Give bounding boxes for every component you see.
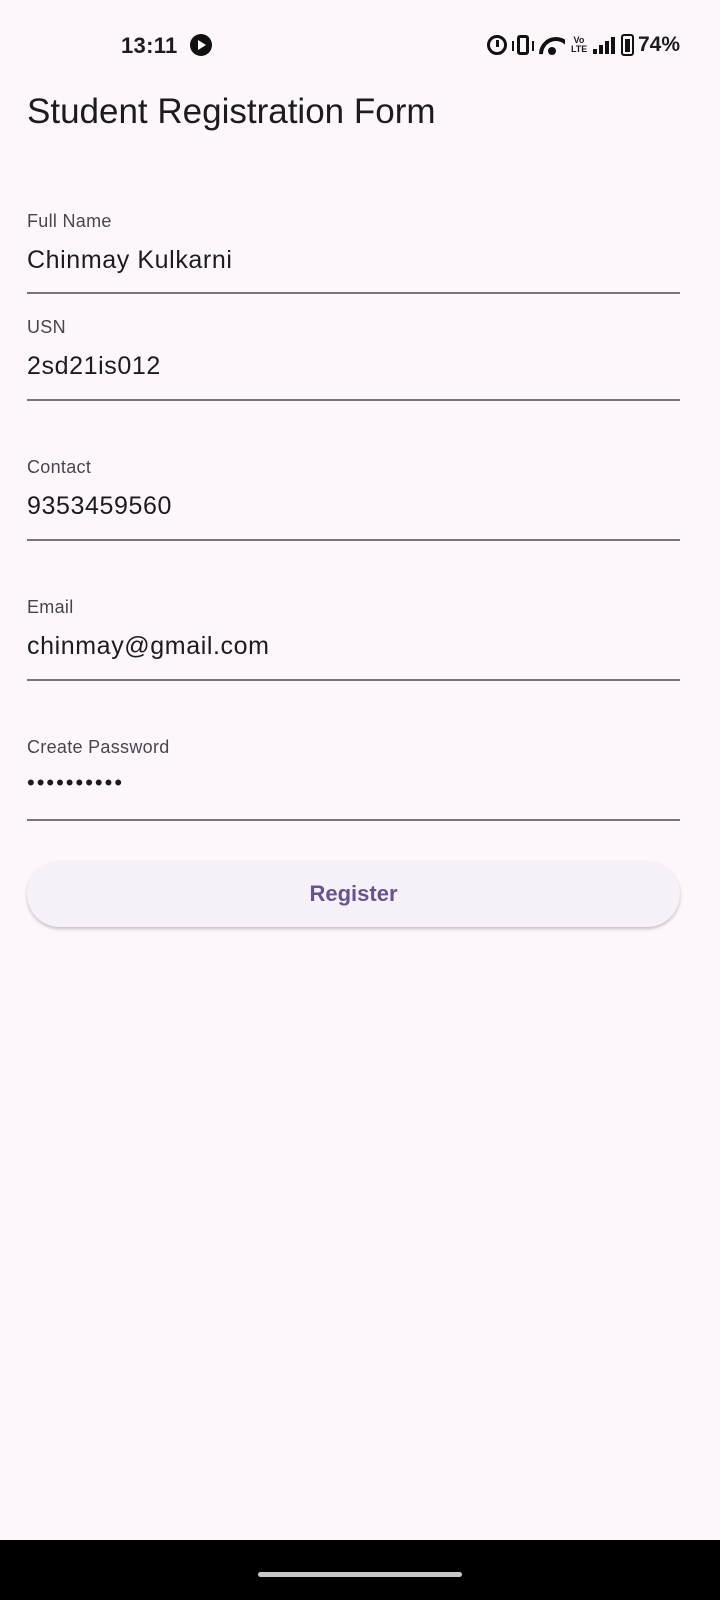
usn-field[interactable]: USN 2sd21is012 — [27, 317, 680, 401]
navigation-bar — [0, 1540, 720, 1600]
registration-screen: 13:11 Vo LTE 74% Student Registration Fo… — [0, 0, 720, 1600]
wifi-icon — [539, 34, 565, 56]
status-time: 13:11 — [121, 33, 178, 58]
password-field[interactable]: Create Password •••••••••• — [27, 737, 680, 821]
battery-icon — [620, 34, 634, 56]
media-play-icon — [190, 34, 212, 56]
volte-icon: Vo LTE — [570, 35, 588, 54]
email-underline — [27, 679, 680, 681]
status-bar: 13:11 Vo LTE 74% — [0, 0, 720, 90]
usn-label: USN — [27, 317, 66, 337]
email-field[interactable]: Email chinmay@gmail.com — [27, 597, 680, 681]
password-underline — [27, 819, 680, 821]
vibrate-icon — [511, 35, 534, 55]
contact-value[interactable]: 9353459560 — [27, 492, 680, 521]
home-gesture-handle[interactable] — [258, 1572, 462, 1577]
signal-icon — [592, 36, 615, 54]
full-name-label: Full Name — [27, 211, 112, 231]
password-label: Create Password — [27, 737, 170, 757]
status-icons: Vo LTE 74% — [486, 32, 680, 58]
contact-label: Contact — [27, 457, 92, 477]
battery-percent: 74% — [637, 33, 680, 56]
contact-underline — [27, 539, 680, 541]
password-value[interactable]: •••••••••• — [27, 770, 680, 796]
alarm-icon — [486, 35, 507, 55]
usn-underline — [27, 399, 680, 401]
email-label: Email — [27, 597, 74, 617]
email-value[interactable]: chinmay@gmail.com — [27, 632, 680, 661]
page-title: Student Registration Form — [27, 92, 436, 131]
full-name-field[interactable]: Full Name Chinmay Kulkarni — [27, 211, 680, 294]
full-name-underline — [27, 292, 680, 294]
full-name-value[interactable]: Chinmay Kulkarni — [27, 246, 680, 275]
usn-value[interactable]: 2sd21is012 — [27, 352, 680, 381]
contact-field[interactable]: Contact 9353459560 — [27, 457, 680, 541]
register-button[interactable]: Register — [27, 861, 680, 927]
